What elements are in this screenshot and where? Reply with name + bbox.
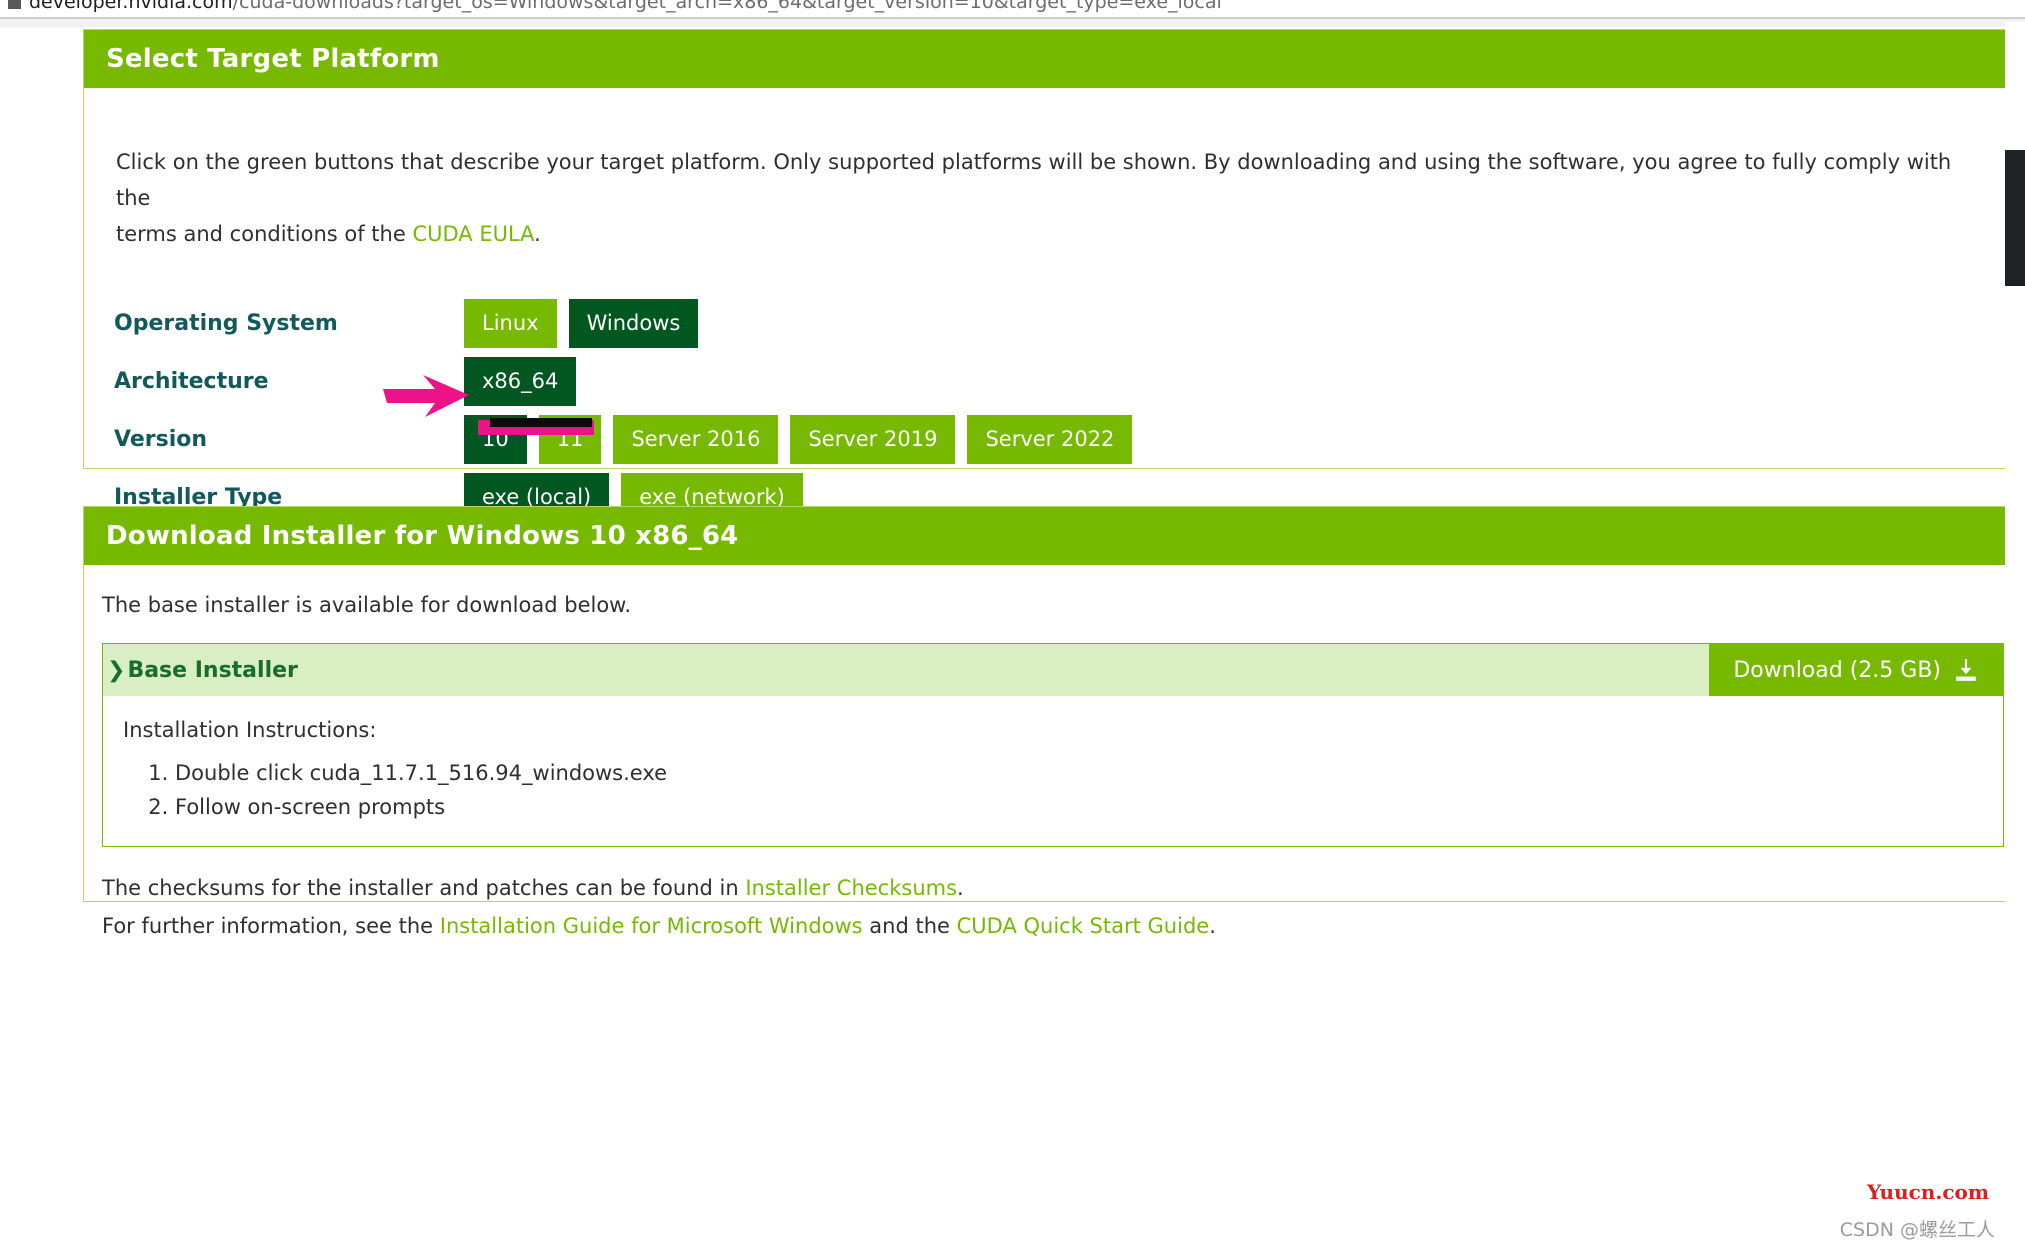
url-host: developer.nvidia.com [29,0,233,13]
download-button[interactable]: Download (2.5 GB) [1709,644,2003,696]
platform-panel-body: Click on the green buttons that describe… [84,88,2022,526]
watermark-site: Yuucn.com [1867,1180,1989,1204]
footnote-guides-pre: For further information, see the [102,914,440,938]
download-subtext: The base installer is available for down… [102,593,632,617]
footnote-checksums-post: . [957,876,964,900]
installation-guide-windows-link[interactable]: Installation Guide for Microsoft Windows [440,914,863,938]
os-option-linux[interactable]: Linux [464,298,557,348]
architecture-options: x86_64 [464,356,577,406]
page-scrollbar-track[interactable] [2005,22,2025,1242]
intro-line-2-post: . [534,222,541,246]
cuda-eula-link[interactable]: CUDA EULA [412,222,534,246]
watermark-csdn: CSDN @螺丝工人 [1839,1219,1995,1241]
label-operating-system: Operating System [114,310,338,336]
version-option-server-2016[interactable]: Server 2016 [613,414,779,464]
chevron-right-icon: ❯ [107,657,126,683]
platform-intro-text: Click on the green buttons that describe… [84,88,1974,252]
download-installer-panel: Download Installer for Windows 10 x86_64… [83,506,2023,938]
footnote-guides-post: . [1209,914,1216,938]
operating-system-options: Linux Windows [464,298,699,348]
footnote-guides: For further information, see the Install… [102,907,2022,945]
os-option-windows[interactable]: Windows [568,298,699,348]
instructions-title: Installation Instructions: [123,718,377,742]
version-option-server-2019[interactable]: Server 2019 [790,414,956,464]
base-installer-box: ❯ Base Installer Download (2.5 GB) Insta… [102,643,2004,847]
download-panel-title: Download Installer for Windows 10 x86_64 [84,507,2022,565]
platform-option-rows: Operating System Linux Windows Architect… [84,294,2022,526]
version-option-11[interactable]: 11 [538,414,602,464]
installation-instructions: Installation Instructions: Double click … [103,696,2003,846]
browser-url-bar[interactable]: developer.nvidia.com/cuda-downloads?targ… [0,0,2025,17]
download-button-label: Download (2.5 GB) [1733,657,1941,683]
footnote-checksums: The checksums for the installer and patc… [102,869,2022,907]
version-option-10[interactable]: 10 [464,414,527,464]
version-option-server-2022[interactable]: Server 2022 [967,414,1133,464]
download-icon [1956,659,1976,681]
row-architecture: Architecture x86_64 [84,352,2022,410]
instruction-step: Follow on-screen prompts [175,790,2003,824]
intro-line-2-pre: terms and conditions of the [116,222,413,246]
page-scrollbar-thumb[interactable] [2005,150,2025,286]
platform-panel-title: Select Target Platform [84,30,2022,88]
instructions-list: Double click cuda_11.7.1_516.94_windows.… [123,756,2003,824]
download-footnotes: The checksums for the installer and patc… [84,847,2022,945]
base-installer-label: Base Installer [127,657,298,683]
footnote-checksums-pre: The checksums for the installer and patc… [102,876,746,900]
footnote-guides-mid: and the [862,914,957,938]
intro-line-1: Click on the green buttons that describe… [116,150,1952,210]
page-root: developer.nvidia.com/cuda-downloads?targ… [0,0,2025,1242]
row-operating-system: Operating System Linux Windows [84,294,2022,352]
site-favicon-icon [8,0,21,9]
base-installer-header[interactable]: ❯ Base Installer Download (2.5 GB) [103,644,2003,696]
label-version: Version [114,426,208,452]
installer-checksums-link[interactable]: Installer Checksums [745,876,957,900]
page-top-shade [0,19,2025,27]
instruction-step: Double click cuda_11.7.1_516.94_windows.… [175,756,2003,790]
base-installer-title-group[interactable]: ❯ Base Installer [103,644,298,696]
url-path: /cuda-downloads?target_os=Windows&target… [232,0,1222,13]
row-version: Version 10 11 Server 2016 Server 2019 Se… [84,410,2022,468]
arch-option-x86-64[interactable]: x86_64 [464,356,577,406]
select-target-platform-panel: Select Target Platform Click on the gree… [83,29,2023,522]
cuda-quick-start-guide-link[interactable]: CUDA Quick Start Guide [957,914,1210,938]
label-architecture: Architecture [114,368,269,394]
version-options: 10 11 Server 2016 Server 2019 Server 202… [464,414,1133,464]
